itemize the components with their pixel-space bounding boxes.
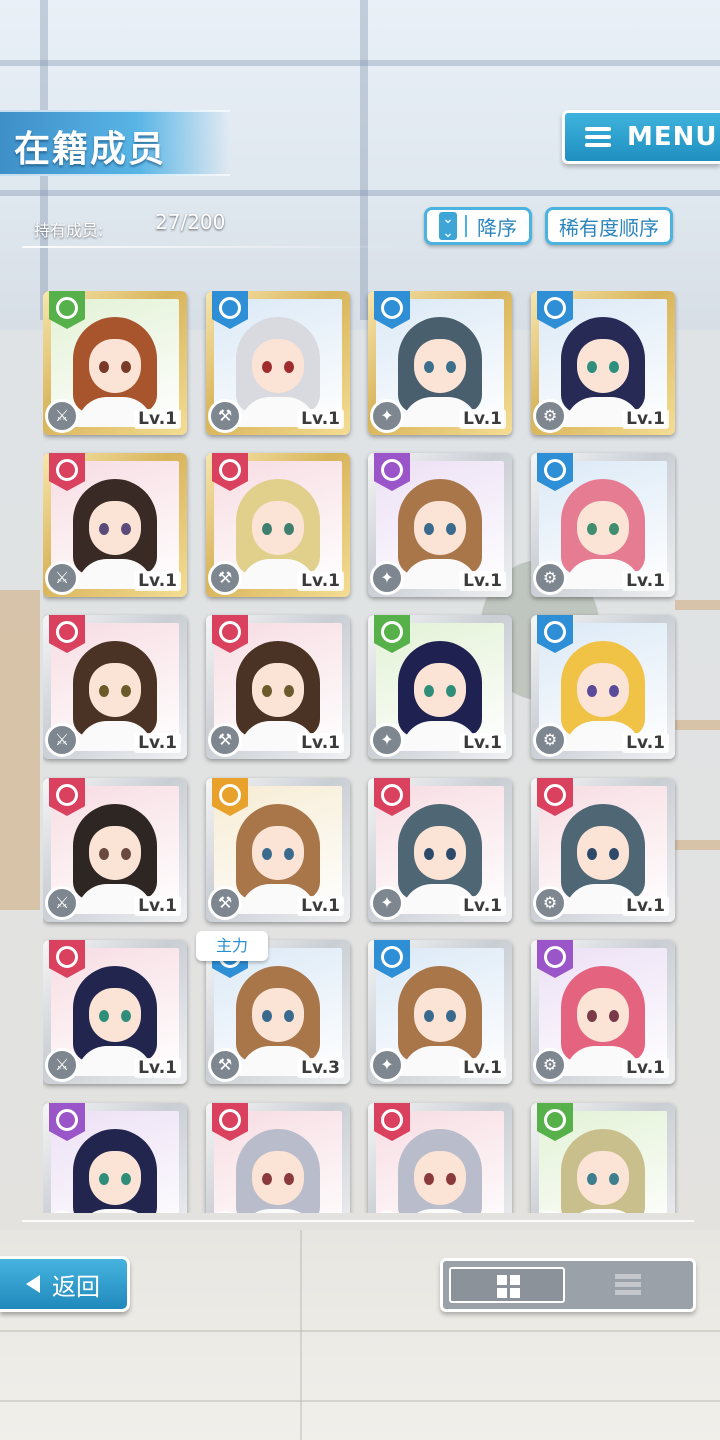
- member-card[interactable]: ⚙ Lv.1: [531, 615, 675, 759]
- weapon-icon: ⚒: [208, 886, 242, 920]
- member-card[interactable]: ⚙ Lv.1: [531, 940, 675, 1084]
- member-card[interactable]: ⚒ Lv.1: [206, 778, 350, 922]
- member-level: Lv.1: [297, 896, 344, 916]
- grid-view-button[interactable]: [449, 1267, 565, 1303]
- member-card[interactable]: ✦: [368, 1103, 512, 1213]
- main-member-tag: 主力: [196, 931, 268, 961]
- member-level: Lv.1: [297, 571, 344, 591]
- weapon-icon: ✦: [370, 561, 404, 595]
- back-label: 返回: [52, 1272, 100, 1301]
- sort-key-button[interactable]: 稀有度顺序: [545, 207, 673, 245]
- floor-tile-line: [0, 1400, 720, 1402]
- weapon-icon: ⚒: [208, 723, 242, 757]
- member-card[interactable]: ✦ Lv.1: [368, 291, 512, 435]
- member-level: Lv.1: [622, 571, 669, 591]
- member-level: Lv.1: [297, 733, 344, 753]
- member-card[interactable]: ⚒ Lv.1: [206, 615, 350, 759]
- floor-tile-line: [0, 1330, 720, 1332]
- member-level: Lv.1: [134, 896, 181, 916]
- window-frame: [0, 60, 720, 66]
- weapon-icon: ⚙: [533, 399, 567, 433]
- page-title: 在籍成员: [14, 129, 167, 170]
- member-level: Lv.1: [622, 409, 669, 429]
- weapon-icon: ⚔: [45, 399, 79, 433]
- weapon-icon: ⚙: [533, 1048, 567, 1082]
- grid-icon: [497, 1275, 521, 1299]
- member-card[interactable]: ⚒: [206, 1103, 350, 1213]
- member-card[interactable]: ✦ Lv.1: [368, 453, 512, 597]
- menu-button[interactable]: MENU: [562, 110, 720, 164]
- member-card[interactable]: ⚒ Lv.1: [206, 291, 350, 435]
- member-card[interactable]: ⚙ Lv.1: [531, 453, 675, 597]
- weapon-icon: ⚒: [208, 1048, 242, 1082]
- separator: [465, 215, 467, 237]
- chevron-down-icon: ⌄ ⌄: [439, 212, 457, 240]
- member-card[interactable]: ⚒ Lv.3: [206, 940, 350, 1084]
- member-card[interactable]: ⚔: [43, 1103, 187, 1213]
- weapon-icon: ⚙: [533, 886, 567, 920]
- member-card[interactable]: ⚙: [531, 1103, 675, 1213]
- member-card[interactable]: ⚒ Lv.1: [206, 453, 350, 597]
- weapon-icon: ⚒: [208, 399, 242, 433]
- member-card[interactable]: ⚔ Lv.1: [43, 940, 187, 1084]
- weapon-icon: ✦: [370, 399, 404, 433]
- member-card[interactable]: ⚙ Lv.1: [531, 778, 675, 922]
- member-level: Lv.1: [622, 1058, 669, 1078]
- sort-order-button[interactable]: ⌄ ⌄ 降序: [424, 207, 532, 245]
- weapon-icon: ⚒: [208, 561, 242, 595]
- member-count: 27/200: [155, 210, 226, 234]
- floor-tile-line: [300, 1230, 302, 1440]
- member-card[interactable]: ⚙ Lv.1: [531, 291, 675, 435]
- member-card[interactable]: ✦ Lv.1: [368, 940, 512, 1084]
- view-toggle[interactable]: [440, 1258, 696, 1312]
- member-level: Lv.1: [134, 1058, 181, 1078]
- menu-label: MENU: [627, 122, 718, 152]
- member-card[interactable]: ⚔ Lv.1: [43, 291, 187, 435]
- weapon-icon: ⚙: [533, 723, 567, 757]
- list-view-button[interactable]: [571, 1267, 687, 1303]
- weapon-icon: ⚔: [45, 1048, 79, 1082]
- member-level: Lv.1: [297, 409, 344, 429]
- hamburger-icon: [585, 127, 611, 147]
- member-card[interactable]: ⚔ Lv.1: [43, 778, 187, 922]
- member-grid[interactable]: ⚔ Lv.1 ⚒ Lv.1 ✦ Lv.1 ⚙ Lv.1 ⚔ Lv.1 ⚒ Lv.1 ✦ Lv.1 ⚙ Lv.1…: [43, 291, 679, 1213]
- sort-key-label: 稀有度顺序: [559, 215, 659, 240]
- member-card[interactable]: ⚔ Lv.1: [43, 453, 187, 597]
- grid-divider: [22, 1220, 694, 1222]
- count-underline: [22, 246, 412, 248]
- weapon-icon: ✦: [370, 1048, 404, 1082]
- member-level: Lv.1: [622, 896, 669, 916]
- background-stair: [675, 840, 720, 850]
- background-stair: [675, 720, 720, 730]
- weapon-icon: ⚔: [45, 561, 79, 595]
- weapon-icon: ✦: [370, 886, 404, 920]
- weapon-icon: ⚙: [533, 561, 567, 595]
- member-card[interactable]: ✦ Lv.1: [368, 615, 512, 759]
- member-level: Lv.1: [134, 571, 181, 591]
- member-card[interactable]: ⚔ Lv.1: [43, 615, 187, 759]
- weapon-icon: ⚔: [45, 723, 79, 757]
- member-level: Lv.1: [459, 571, 506, 591]
- window-frame: [0, 190, 720, 196]
- back-button[interactable]: 返回: [0, 1256, 130, 1312]
- sort-order-label: 降序: [477, 215, 517, 240]
- member-level: Lv.1: [459, 733, 506, 753]
- weapon-icon: ⚔: [45, 886, 79, 920]
- member-level: Lv.1: [134, 409, 181, 429]
- member-level: Lv.3: [297, 1058, 344, 1078]
- member-level: Lv.1: [459, 896, 506, 916]
- weapon-icon: ✦: [370, 723, 404, 757]
- member-level: Lv.1: [459, 409, 506, 429]
- member-count-label: 持有成员:: [34, 221, 104, 240]
- member-card[interactable]: ✦ Lv.1: [368, 778, 512, 922]
- background-shelf: [0, 590, 40, 910]
- window-frame: [360, 0, 368, 320]
- member-level: Lv.1: [459, 1058, 506, 1078]
- member-level: Lv.1: [622, 733, 669, 753]
- background-stair: [675, 600, 720, 610]
- title-banner: 在籍成员: [0, 110, 230, 176]
- back-arrow-icon: [26, 1275, 40, 1293]
- list-icon: [615, 1274, 641, 1296]
- member-level: Lv.1: [134, 733, 181, 753]
